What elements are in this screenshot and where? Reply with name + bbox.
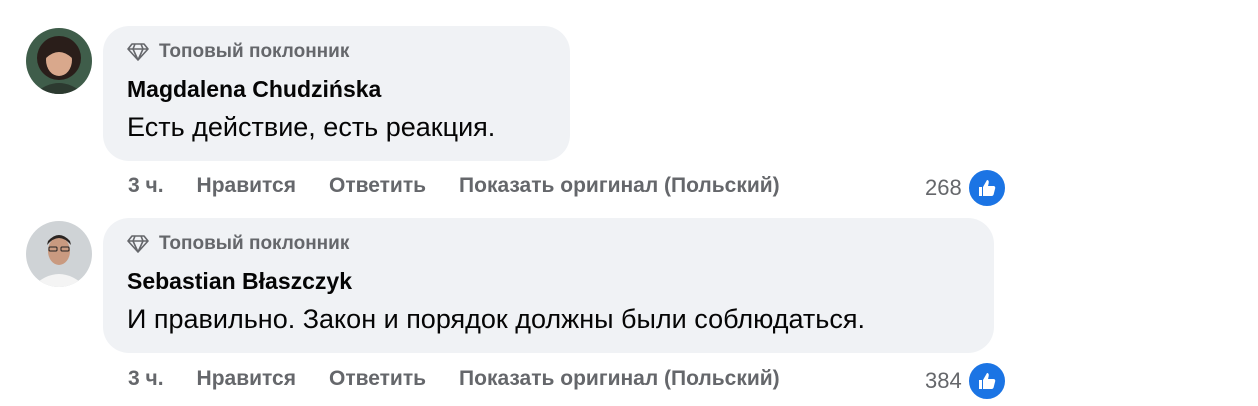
diamond-icon xyxy=(127,235,149,253)
diamond-icon xyxy=(127,43,149,61)
author-name[interactable]: Magdalena Chudzińska xyxy=(127,76,381,103)
avatar[interactable] xyxy=(26,28,92,94)
comment-actions: 3 ч. Нравится Ответить Показать оригинал… xyxy=(128,174,813,198)
like-button[interactable]: Нравится xyxy=(197,367,296,391)
like-icon xyxy=(966,361,1007,401)
comment-bubble: Топовый поклонник Sebastian Błaszczyk И … xyxy=(103,218,994,353)
reaction-count: 268 xyxy=(925,175,962,200)
comment-bubble: Топовый поклонник Magdalena Chudzińska Е… xyxy=(103,26,570,161)
like-icon xyxy=(966,168,1007,208)
timestamp[interactable]: 3 ч. xyxy=(128,367,164,391)
avatar[interactable] xyxy=(26,221,92,287)
top-fan-badge: Топовый поклонник xyxy=(127,41,349,63)
show-original-button[interactable]: Показать оригинал (Польский) xyxy=(459,174,780,198)
reply-button[interactable]: Ответить xyxy=(329,174,426,198)
top-fan-badge: Топовый поклонник xyxy=(127,233,349,255)
author-name[interactable]: Sebastian Błaszczyk xyxy=(127,268,352,295)
badge-label: Топовый поклонник xyxy=(159,233,350,254)
reaction-count: 384 xyxy=(925,368,962,393)
like-button[interactable]: Нравится xyxy=(197,174,296,198)
comment-text: И правильно. Закон и порядок должны были… xyxy=(127,304,865,334)
show-original-button[interactable]: Показать оригинал (Польский) xyxy=(459,367,780,391)
badge-label: Топовый поклонник xyxy=(159,41,350,62)
comment-actions: 3 ч. Нравится Ответить Показать оригинал… xyxy=(128,367,813,391)
comment-text: Есть действие, есть реакция. xyxy=(127,112,496,142)
reply-button[interactable]: Ответить xyxy=(329,367,426,391)
reaction-summary[interactable]: 384 xyxy=(925,361,1007,401)
reaction-summary[interactable]: 268 xyxy=(925,168,1007,208)
timestamp[interactable]: 3 ч. xyxy=(128,174,164,198)
